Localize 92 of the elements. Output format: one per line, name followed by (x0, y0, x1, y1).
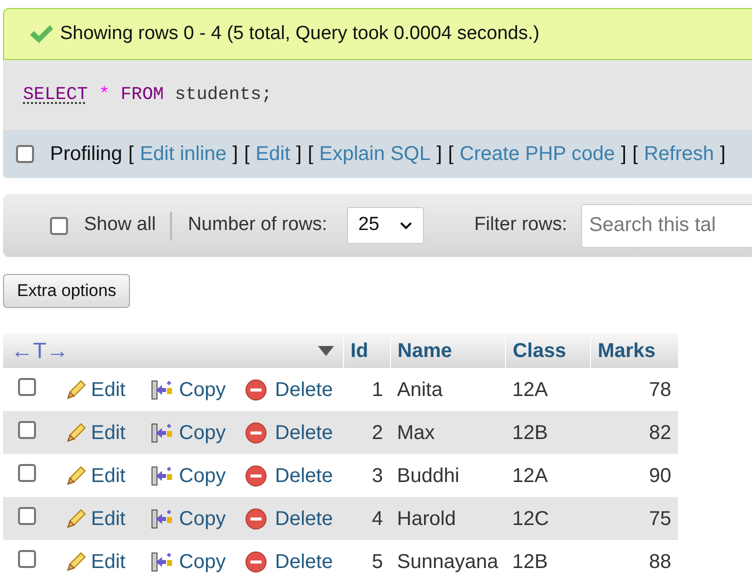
delete-icon (244, 464, 268, 488)
table-cell: 1 (372, 378, 383, 400)
table-cell: 12A (512, 464, 548, 486)
copy-link[interactable]: Copy (179, 546, 226, 576)
profiling-checkbox[interactable] (16, 145, 34, 163)
profiling-link[interactable]: Refresh (644, 139, 714, 169)
bracket: ] (720, 142, 726, 167)
column-header[interactable]: Marks (598, 340, 656, 362)
bracket: ] (620, 142, 626, 167)
table-cell: 90 (648, 464, 672, 486)
insert-row-icon (150, 506, 174, 530)
delete-icon (244, 550, 268, 574)
profiling-label: Profiling (50, 142, 122, 167)
delete-link[interactable]: Delete (275, 460, 333, 490)
bracket: [ (632, 142, 638, 167)
delete-link[interactable]: Delete (275, 418, 333, 448)
rows-label: Number of rows: (188, 213, 328, 238)
row-checkbox[interactable] (18, 420, 36, 438)
edit-link[interactable]: Edit (91, 460, 126, 490)
table-cell: 12A (512, 378, 548, 400)
table-cell: 4 (372, 508, 383, 530)
table-cell: Buddhi (397, 464, 460, 486)
row-checkbox[interactable] (18, 464, 36, 482)
row-checkbox[interactable] (18, 550, 36, 568)
delete-icon (244, 378, 268, 402)
bracket: [ (448, 142, 454, 167)
show-all-checkbox[interactable] (50, 216, 68, 234)
delete-link[interactable]: Delete (275, 546, 333, 576)
column-header[interactable]: Id (350, 340, 368, 362)
table-cell: 12C (512, 508, 549, 530)
insert-row-icon (150, 550, 174, 574)
bracket: ] (232, 142, 238, 167)
sql-keyword: * (98, 84, 110, 106)
copy-link[interactable]: Copy (179, 418, 226, 448)
table-cell: Max (397, 422, 435, 444)
checkmark-icon (28, 23, 54, 45)
table-cell: 12B (512, 550, 548, 572)
copy-link[interactable]: Copy (179, 374, 226, 404)
success-message: Showing rows 0 - 4 (5 total, Query took 0.0004 seconds.) (60, 22, 540, 46)
pencil-icon (64, 550, 88, 574)
bracket: ] (436, 142, 442, 167)
delete-icon (244, 506, 268, 530)
chevron-down-icon (399, 220, 414, 230)
table-cell: Sunnayana (397, 550, 498, 572)
bracket: [ (244, 142, 250, 167)
copy-link[interactable]: Copy (179, 460, 226, 490)
pencil-icon (64, 420, 88, 444)
table-cell: 82 (648, 422, 672, 444)
copy-link[interactable]: Copy (179, 504, 226, 534)
profiling-link[interactable]: Create PHP code (460, 139, 615, 169)
column-header[interactable]: Class (512, 340, 566, 362)
profiling-link[interactable]: Edit inline (140, 139, 227, 169)
delete-link[interactable]: Delete (275, 374, 333, 404)
bracket: ] (296, 142, 302, 167)
table-cell: 2 (372, 422, 383, 444)
table-cell: 3 (372, 464, 383, 486)
row-checkbox[interactable] (18, 378, 36, 396)
pencil-icon (64, 506, 88, 530)
rows-select[interactable]: 25 (347, 207, 424, 244)
table-cell: 78 (648, 378, 672, 400)
table-cell: Harold (397, 508, 456, 530)
profiling-link[interactable]: Explain SQL (319, 139, 430, 169)
edit-link[interactable]: Edit (91, 504, 126, 534)
table-cell: 75 (648, 508, 672, 530)
dropdown-triangle-icon[interactable] (316, 344, 334, 356)
filter-field[interactable]: Search this tal (581, 204, 752, 248)
edit-link[interactable]: Edit (91, 546, 126, 576)
insert-row-icon (150, 420, 174, 444)
table-name: students; (174, 84, 272, 106)
table-cell: 88 (648, 550, 672, 572)
profiling-link[interactable]: Edit (256, 139, 290, 169)
delete-icon (244, 420, 268, 444)
insert-row-icon (150, 378, 174, 402)
edit-link[interactable]: Edit (91, 418, 126, 448)
show-all-label: Show all (84, 213, 156, 238)
pencil-icon (64, 464, 88, 488)
bracket: [ (128, 142, 134, 167)
sql-keyword[interactable]: SELECT (23, 82, 88, 108)
extra-options-button[interactable]: Extra options (3, 274, 130, 308)
sql-keyword: FROM (120, 84, 164, 106)
pencil-icon (64, 378, 88, 402)
insert-row-icon (150, 464, 174, 488)
filter-label: Filter rows: (474, 213, 568, 238)
table-cell: Anita (397, 378, 443, 400)
table-cell: 12B (512, 422, 548, 444)
column-header[interactable]: Name (398, 340, 452, 362)
edit-link[interactable]: Edit (91, 374, 126, 404)
delete-link[interactable]: Delete (275, 504, 333, 534)
row-checkbox[interactable] (18, 506, 36, 524)
bracket: [ (308, 142, 314, 167)
table-cell: 5 (372, 550, 383, 572)
column-toggle[interactable]: ←T→ (11, 334, 68, 367)
